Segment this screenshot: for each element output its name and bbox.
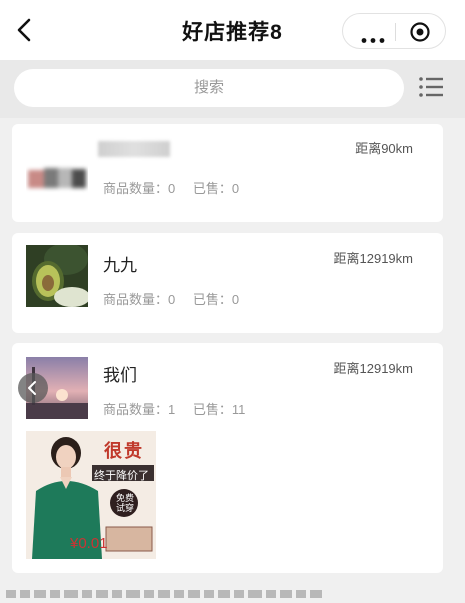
shop-distance: 距离90km	[355, 141, 413, 156]
list-menu-icon[interactable]	[418, 74, 444, 100]
sold-count: 已售：0	[192, 292, 240, 307]
sold-count: 已售：11	[192, 402, 246, 417]
shop-stats: 商品数量：0 已售：0	[103, 178, 253, 197]
shop-card[interactable]: 距离90km 商品数量：0 已售：0	[12, 124, 443, 222]
product-badge-line1: 免费	[116, 493, 135, 503]
search-input[interactable]: 搜索	[14, 69, 404, 107]
product-badge-line2: 试穿	[116, 503, 135, 513]
shop-stats: 商品数量：0 已售：0	[103, 289, 253, 308]
search-placeholder: 搜索	[193, 79, 224, 96]
shop-thumbnail	[26, 245, 88, 307]
shop-stats: 商品数量：1 已售：11	[103, 399, 259, 418]
product-tag-expensive: 很贵	[104, 441, 144, 461]
more-dots-icon[interactable]	[361, 30, 385, 43]
product-card[interactable]: 很贵 终于降价了 免费 试穿 ¥0.01	[26, 431, 156, 559]
shop-name-blurred	[98, 141, 170, 157]
goods-count: 商品数量：0	[103, 181, 176, 196]
shop-name: 我们	[103, 366, 137, 385]
shop-distance: 距离12919km	[333, 251, 413, 266]
goods-count: 商品数量：0	[103, 292, 176, 307]
target-circle-icon[interactable]	[409, 21, 431, 43]
goods-count: 商品数量：1	[103, 402, 176, 417]
product-tag-discount: 终于降价了	[94, 470, 149, 482]
shop-card[interactable]: 九九 距离12919km 商品数量：0 已售：0	[12, 233, 443, 333]
sold-count: 已售：0	[192, 181, 240, 196]
shop-thumbnail	[26, 142, 88, 204]
capsule-divider	[395, 23, 396, 41]
product-badge: 免费 试穿	[116, 493, 134, 513]
clipped-footer-text	[4, 584, 464, 598]
shop-distance: 距离12919km	[333, 361, 413, 376]
navbar: 好店推荐8	[0, 0, 465, 60]
mini-program-capsule	[342, 13, 446, 49]
product-price: ¥0.01	[70, 535, 108, 552]
search-bar-area: 搜索	[0, 60, 465, 118]
shop-card[interactable]: 我们 距离12919km 商品数量：1 已售：11 很贵 终于降价了 免费 试穿…	[12, 343, 443, 573]
shop-name: 九九	[103, 256, 137, 275]
chevron-left-icon[interactable]	[18, 373, 48, 403]
